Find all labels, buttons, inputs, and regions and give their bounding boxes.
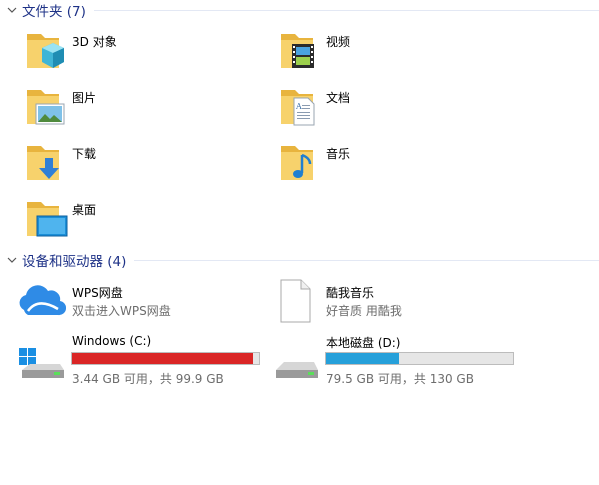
drive-free-space: 79.5 GB 可用，共 130 GB bbox=[326, 372, 474, 386]
drive-usage-fill bbox=[72, 353, 253, 364]
blank-file-icon bbox=[280, 279, 311, 323]
folder-documents[interactable]: A 文档 bbox=[278, 84, 508, 132]
desktop-folder-icon bbox=[27, 202, 68, 237]
folder-label: 音乐 bbox=[326, 147, 351, 161]
folder-videos[interactable]: 视频 bbox=[278, 28, 508, 76]
folder-desktop[interactable]: 桌面 bbox=[24, 196, 254, 244]
folder-music[interactable]: 音乐 bbox=[278, 140, 508, 188]
folders-group-title: 文件夹 (7) bbox=[22, 4, 86, 20]
music-folder-icon bbox=[281, 146, 313, 180]
drive-usage-bar bbox=[325, 352, 514, 365]
pictures-folder-icon bbox=[27, 90, 65, 125]
folder-downloads[interactable]: 下载 bbox=[24, 140, 254, 188]
downloads-folder-icon bbox=[27, 146, 59, 180]
drive-c[interactable]: Windows (C:) 3.44 GB 可用，共 99.9 GB bbox=[18, 332, 268, 388]
3d-objects-folder-icon bbox=[27, 34, 64, 68]
drive-free-space: 3.44 GB 可用，共 99.9 GB bbox=[72, 372, 224, 386]
group-divider bbox=[134, 259, 599, 261]
chevron-down-icon[interactable] bbox=[6, 4, 18, 16]
wps-cloud-drive[interactable]: WPS网盘 双击进入WPS网盘 bbox=[18, 280, 258, 324]
folder-label: 桌面 bbox=[72, 203, 97, 217]
svg-text:A: A bbox=[295, 102, 302, 111]
chevron-down-icon[interactable] bbox=[6, 254, 18, 266]
folder-label: 3D 对象 bbox=[72, 35, 117, 49]
videos-folder-icon bbox=[281, 34, 314, 68]
folders-group-header[interactable]: 文件夹 (7) bbox=[0, 0, 599, 20]
drive-subtitle: 双击进入WPS网盘 bbox=[72, 304, 171, 318]
drive-label: WPS网盘 bbox=[72, 286, 123, 300]
drive-label: Windows (C:) bbox=[72, 334, 152, 348]
windows-drive-icon bbox=[19, 348, 64, 378]
folder-3d-objects[interactable]: 3D 对象 bbox=[24, 28, 254, 76]
drive-usage-fill bbox=[326, 353, 399, 364]
folder-label: 视频 bbox=[326, 35, 351, 49]
devices-group-title: 设备和驱动器 (4) bbox=[22, 254, 127, 270]
folder-label: 图片 bbox=[72, 91, 97, 105]
group-divider bbox=[93, 9, 599, 11]
devices-group-header[interactable]: 设备和驱动器 (4) bbox=[0, 250, 599, 270]
documents-folder-icon: A bbox=[281, 90, 315, 126]
folder-pictures[interactable]: 图片 bbox=[24, 84, 254, 132]
drive-subtitle: 好音质 用酷我 bbox=[326, 304, 402, 318]
folder-label: 下载 bbox=[72, 147, 97, 161]
drive-d[interactable]: 本地磁盘 (D:) 79.5 GB 可用，共 130 GB bbox=[274, 332, 524, 388]
drive-label: 酷我音乐 bbox=[326, 286, 375, 300]
hard-drive-icon bbox=[276, 362, 318, 378]
cloud-icon bbox=[19, 285, 66, 316]
drive-usage-bar bbox=[71, 352, 260, 365]
folder-label: 文档 bbox=[326, 91, 351, 105]
kuwo-music[interactable]: 酷我音乐 好音质 用酷我 bbox=[278, 278, 518, 324]
drive-label: 本地磁盘 (D:) bbox=[326, 336, 401, 350]
